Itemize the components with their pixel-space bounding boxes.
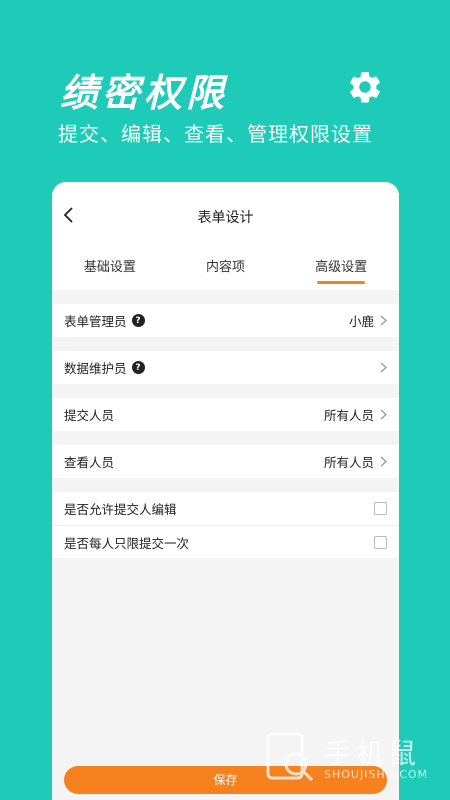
page-title: 表单设计 — [197, 210, 254, 226]
tab-content-items[interactable]: 内容项 — [168, 248, 284, 290]
watermark-text: 手机鼠 — [324, 737, 421, 770]
row-form-admin[interactable]: 表单管理员 ? 小鹿 — [52, 304, 399, 337]
row-submitters[interactable]: 提交人员 所有人员 — [52, 398, 399, 431]
row-label: 表单管理员 — [64, 314, 127, 329]
watermark-subtext: SHOUJISHU.COM — [324, 768, 429, 781]
watermark: 手机鼠 SHOUJISHU.COM — [262, 728, 432, 790]
help-icon[interactable]: ? — [131, 361, 145, 374]
allow-edit-checkbox[interactable] — [374, 502, 387, 515]
hero-title: 绩密权限 — [60, 71, 229, 115]
settings-group-maintainer: 数据维护员 ? — [52, 351, 399, 384]
settings-group-admins: 表单管理员 ? 小鹿 — [52, 304, 399, 337]
watermark-logo-icon — [266, 732, 314, 782]
tab-bar: 基础设置 内容项 高级设置 — [52, 248, 399, 290]
settings-group-viewers: 查看人员 所有人员 — [52, 445, 399, 478]
row-value: 小鹿 — [348, 314, 374, 329]
row-label: 是否每人只限提交一次 — [64, 535, 190, 551]
submit-once-checkbox[interactable] — [374, 535, 387, 549]
row-data-maintainer[interactable]: 数据维护员 ? — [52, 351, 399, 384]
chevron-right-icon — [380, 456, 387, 467]
gear-icon[interactable] — [346, 68, 384, 106]
help-icon[interactable]: ? — [131, 314, 145, 327]
row-label: 提交人员 — [64, 408, 115, 423]
settings-group-options: 是否允许提交人编辑 是否每人只限提交一次 — [52, 492, 399, 558]
phone-card: 表单设计 基础设置 内容项 高级设置 表单管理员 ? 小鹿 数据维护员 ? 提交… — [52, 182, 399, 800]
chevron-right-icon — [380, 409, 387, 420]
chevron-right-icon — [380, 315, 387, 326]
row-label: 数据维护员 — [64, 361, 127, 376]
row-value: 所有人员 — [323, 455, 374, 470]
hero-subtitle: 提交、编辑、查看、管理权限设置 — [58, 122, 373, 146]
row-value: 所有人员 — [323, 408, 374, 423]
chevron-right-icon — [380, 362, 387, 373]
row-allow-submitter-edit: 是否允许提交人编辑 — [52, 492, 399, 525]
row-viewers[interactable]: 查看人员 所有人员 — [52, 445, 399, 478]
row-label: 是否允许提交人编辑 — [64, 502, 177, 517]
row-label: 查看人员 — [64, 455, 115, 470]
nav-bar: 表单设计 — [52, 182, 399, 248]
settings-group-submitters: 提交人员 所有人员 — [52, 398, 399, 431]
tab-basic-settings[interactable]: 基础设置 — [52, 248, 168, 290]
row-submit-once: 是否每人只限提交一次 — [52, 525, 399, 558]
tab-advanced-settings[interactable]: 高级设置 — [283, 248, 399, 290]
